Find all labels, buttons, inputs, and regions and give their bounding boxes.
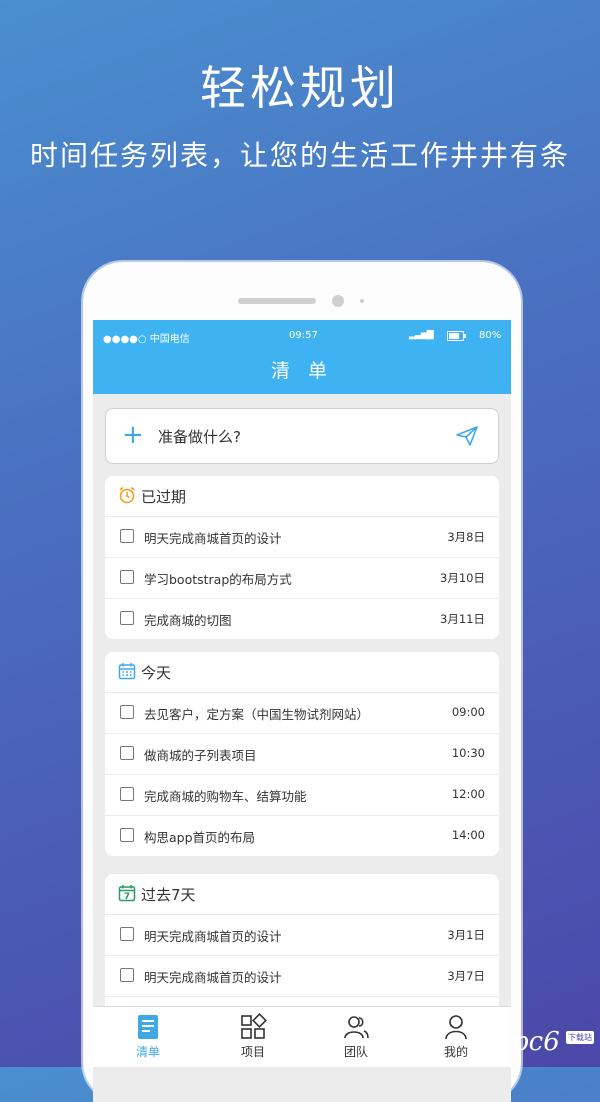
task-date: 3月8日 [447, 530, 485, 544]
calendar-7-icon: 7 [118, 885, 136, 902]
task-time: 14:00 [451, 828, 485, 842]
task-text: 学习bootstrap的布局方式 [144, 572, 292, 587]
section-today: 今天 去见客户，定方案（中国生物试剂网站） 09:00 做商城的子列表项目 10:3… [105, 652, 499, 856]
task-checkbox[interactable] [120, 570, 134, 584]
section-header: 今天 [105, 652, 499, 693]
task-checkbox[interactable] [120, 787, 134, 801]
section-overdue: 已过期 明天完成商城首页的设计 3月8日 学习bootstrap的布局方式 3月10… [105, 476, 499, 639]
task-row[interactable]: 学习bootstrap的布局方式 3月10日 [105, 558, 499, 599]
bottom-tab-bar: 清单 项目 团队 我的 [93, 1006, 511, 1067]
alarm-clock-icon [119, 486, 135, 504]
task-time: 09:00 [451, 705, 485, 719]
list-icon [138, 1015, 158, 1039]
page-title: 清 单 [270, 360, 334, 382]
task-row[interactable]: 明天完成商城首页的设计 3月8日 [105, 517, 499, 558]
watermark-logo: pc6 [512, 1027, 560, 1057]
tab-projects[interactable]: 项目 [203, 1013, 303, 1060]
add-task-placeholder: 准备做什么? [158, 428, 241, 446]
task-checkbox[interactable] [120, 927, 134, 941]
battery-icon [447, 331, 466, 341]
phone-camera [332, 295, 344, 307]
watermark: pc6 下载站 [512, 1027, 596, 1057]
task-row[interactable]: 完成商城的切图 3月11日 [105, 599, 499, 639]
watermark-tag: 下载站 [566, 1031, 594, 1044]
promo-subline: 时间任务列表，让您的生活工作井井有条 [29, 139, 570, 172]
task-time: 10:30 [451, 746, 485, 760]
task-checkbox[interactable] [120, 828, 134, 842]
tab-me[interactable]: 我的 [406, 1013, 506, 1060]
app-header: ●●●●○ 中国电信 09:57 ▂▃▅▇ 80% 清 单 [93, 320, 511, 394]
phone-frame: ●●●●○ 中国电信 09:57 ▂▃▅▇ 80% 清 单 + 准备做什么? 已… [83, 262, 521, 1102]
task-date: 3月1日 [447, 928, 485, 942]
task-date: 3月7日 [447, 969, 485, 983]
team-icon [344, 1016, 369, 1039]
task-text: 明天完成商城首页的设计 [144, 929, 282, 944]
task-text: 完成商城的购物车、结算功能 [144, 789, 307, 804]
task-text: 完成商城的切图 [144, 613, 232, 628]
promo-headline: 轻松规划 [200, 61, 400, 115]
tab-team[interactable]: 团队 [306, 1013, 406, 1060]
phone-sensor [360, 299, 364, 303]
carrier-label: ●●●●○ 中国电信 [103, 334, 190, 345]
task-row[interactable]: 完成商城的购物车、结算功能 12:00 [105, 775, 499, 816]
task-checkbox[interactable] [120, 746, 134, 760]
tab-list[interactable]: 清单 [98, 1013, 198, 1060]
section-header: 7 过去7天 [105, 874, 499, 915]
app-screen: ●●●●○ 中国电信 09:57 ▂▃▅▇ 80% 清 单 + 准备做什么? 已… [93, 320, 511, 1102]
task-row[interactable]: 去见客户，定方案（中国生物试剂网站） 09:00 [105, 693, 499, 734]
task-time: 12:00 [451, 787, 485, 801]
grid-icon [241, 1013, 267, 1039]
task-text: 做商城的子列表项目 [144, 748, 257, 763]
plus-icon[interactable]: + [122, 421, 144, 449]
phone-speaker [238, 298, 316, 304]
task-text: 明天完成商城首页的设计 [144, 531, 282, 546]
task-text: 去见客户，定方案（中国生物试剂网站） [144, 707, 370, 722]
tab-label: 我的 [443, 1045, 468, 1059]
task-date: 3月11日 [440, 612, 485, 626]
tab-label: 项目 [240, 1045, 265, 1059]
task-row[interactable]: 明天完成商城首页的设计 3月7日 [105, 956, 499, 997]
send-icon[interactable] [456, 426, 478, 446]
section-title: 今天 [141, 664, 172, 682]
person-icon [445, 1015, 467, 1040]
tab-label: 团队 [343, 1045, 368, 1059]
section-title: 过去7天 [141, 886, 196, 904]
task-text: 明天完成商城首页的设计 [144, 970, 282, 985]
calendar-icon [118, 663, 136, 680]
tab-label: 清单 [135, 1045, 160, 1059]
section-title: 已过期 [141, 488, 187, 506]
task-row[interactable]: 明天完成商城首页的设计 3月1日 [105, 915, 499, 956]
svg-text:7: 7 [124, 892, 130, 902]
battery-percent: 80% [479, 330, 502, 341]
task-date: 3月10日 [440, 571, 485, 585]
task-text: 构思app首页的布局 [144, 830, 256, 845]
task-row[interactable]: 构思app首页的布局 14:00 [105, 816, 499, 856]
signal-icon: ▂▃▅▇ [409, 330, 434, 340]
status-bar: ●●●●○ 中国电信 09:57 ▂▃▅▇ 80% [103, 330, 501, 345]
task-checkbox[interactable] [120, 611, 134, 625]
task-checkbox[interactable] [120, 968, 134, 982]
section-header: 已过期 [105, 476, 499, 517]
task-checkbox[interactable] [120, 529, 134, 543]
task-checkbox[interactable] [120, 705, 134, 719]
status-time: 09:57 [289, 330, 318, 341]
add-task-input[interactable]: + 准备做什么? [105, 408, 499, 464]
task-row[interactable]: 做商城的子列表项目 10:30 [105, 734, 499, 775]
